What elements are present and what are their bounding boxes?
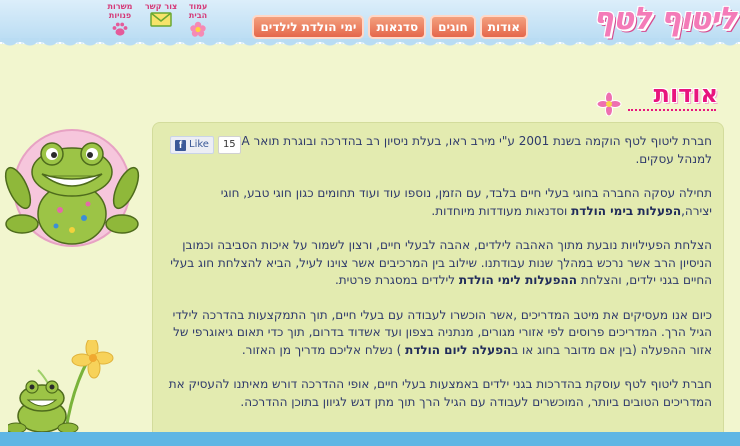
- article-text: לילדים במסגרת פרטית.: [334, 273, 459, 287]
- small-frog-with-flower-image: [8, 340, 114, 434]
- nav-tab-about[interactable]: אודות: [479, 15, 528, 39]
- facebook-like-button[interactable]: f Like: [170, 136, 214, 154]
- birthday-event-link[interactable]: הפעלה ליום הולדת: [405, 343, 511, 357]
- article-paragraph: כיום אנו מעסיקים את מיטב המדריכים ,אשר ה…: [168, 307, 712, 360]
- contact-link-label: צור קשר: [144, 2, 178, 11]
- home-link-label: עמוד הבית: [188, 2, 208, 20]
- title-underline: [628, 109, 716, 111]
- footer-strip: [0, 432, 740, 446]
- paw-icon: [112, 22, 128, 36]
- facebook-like-label: Like: [189, 139, 209, 150]
- facebook-like-count: 15: [217, 136, 241, 154]
- frog-mascot-image: [4, 129, 140, 247]
- nav-tab-classes[interactable]: חוגים: [430, 15, 476, 39]
- article-paragraph: חברת ליטוף לטף עוסקת בהדרכות בגני ילדים …: [168, 376, 712, 411]
- birthday-activities-link[interactable]: הפעלות בימי הולדת: [571, 204, 681, 218]
- jobs-link[interactable]: משרות פנויות: [101, 2, 139, 40]
- nav-tab-birthdays[interactable]: ימי הולדת לילדים: [252, 15, 365, 39]
- site-logo[interactable]: ליטוף לטף: [546, 1, 737, 41]
- main-nav: אודות חוגים סדנאות ימי הולדת לילדים: [252, 15, 528, 39]
- facebook-icon: f: [175, 139, 186, 151]
- birthday-parties-link[interactable]: ההפעלות לימי הולדת: [459, 273, 577, 287]
- article-text: חברת ליטוף לטף הוקמה בשנת 2001 ע"י מירב …: [233, 134, 712, 166]
- article-paragraph: הצלחת הפעילויות נובעת מתוך האהבה לילדים,…: [168, 237, 712, 290]
- nav-tab-workshops[interactable]: סדנאות: [368, 15, 427, 39]
- flower-icon: [190, 21, 206, 37]
- star-flower-icon: [596, 92, 622, 116]
- about-article: חברת ליטוף לטף הוקמה בשנת 2001 ע"י מירב …: [168, 133, 712, 446]
- article-text: חברת ליטוף לטף עוסקת בהדרכות בגני ילדים …: [168, 377, 712, 409]
- jobs-link-label: משרות פנויות: [107, 2, 133, 20]
- article-paragraph: תחילה עסקה החברה בחוגי בעלי חיים בלבד, ע…: [168, 185, 712, 220]
- facebook-like-widget[interactable]: f Like 15: [170, 136, 241, 154]
- contact-link[interactable]: צור קשר: [143, 2, 179, 40]
- article-text: ) נשלח אליכם מדריך מן האזור.: [241, 342, 406, 357]
- article-text: וסדנאות מעודדות מיוחדות.: [431, 203, 572, 218]
- page-title: אודות: [653, 80, 718, 108]
- home-link[interactable]: עמוד הבית: [180, 2, 216, 40]
- article-paragraph: חברת ליטוף לטף הוקמה בשנת 2001 ע"י מירב …: [168, 133, 712, 168]
- envelope-icon: [150, 12, 172, 27]
